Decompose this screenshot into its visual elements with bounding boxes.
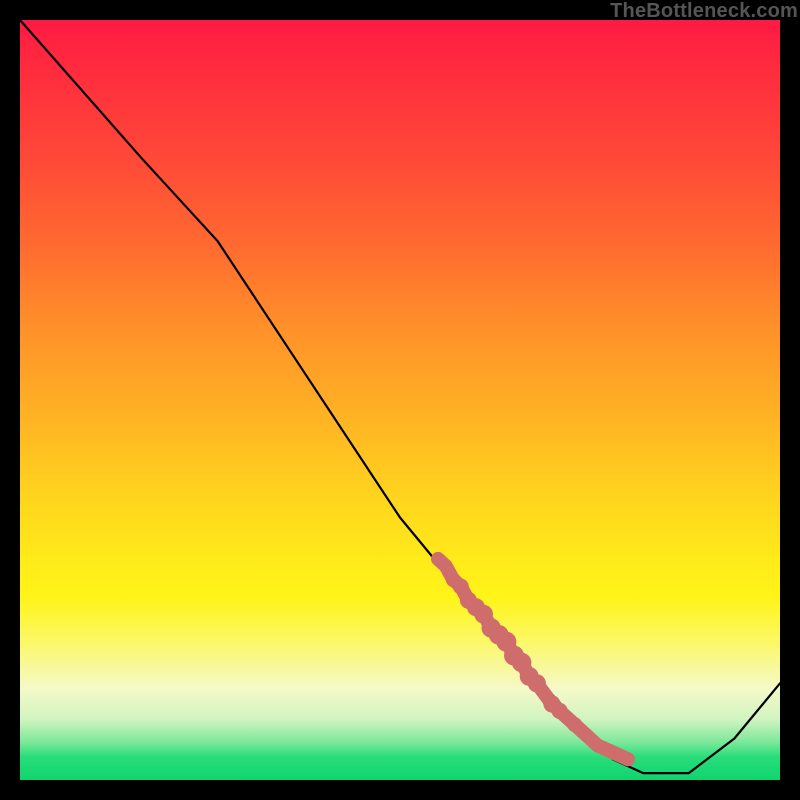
data-point — [528, 674, 546, 692]
bottleneck-curve — [20, 20, 780, 773]
data-point — [607, 746, 619, 758]
data-point — [622, 753, 634, 765]
chart-overlay — [20, 20, 780, 780]
data-point — [453, 579, 469, 595]
data-point — [439, 559, 452, 572]
data-point — [552, 703, 568, 719]
data-point-cluster — [432, 553, 634, 765]
data-point — [567, 717, 582, 732]
chart-frame — [20, 20, 780, 780]
data-point — [592, 739, 604, 751]
